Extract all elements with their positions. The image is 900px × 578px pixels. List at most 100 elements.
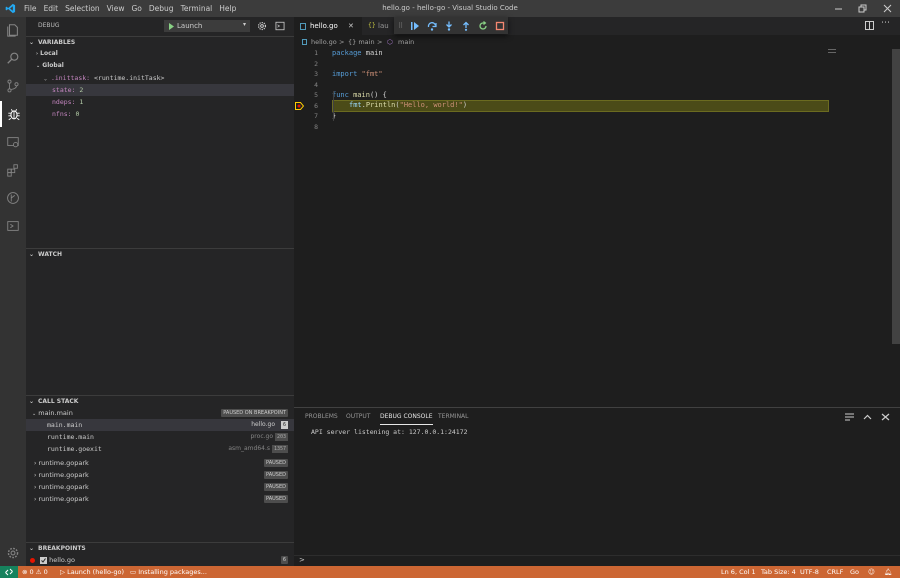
tab-terminal[interactable]: TERMINAL	[438, 413, 469, 425]
remote-explorer-button[interactable]	[0, 129, 26, 155]
menu-file[interactable]: File	[24, 4, 37, 13]
progress-icon: ▭	[130, 568, 137, 576]
goroutine-name: runtime.gopark	[38, 495, 89, 503]
stack-frame[interactable]: runtime.main proc.go 203	[26, 431, 294, 443]
watch-section-header[interactable]: ⌄ WATCH	[26, 248, 294, 259]
breadcrumb-function[interactable]: main	[398, 35, 414, 49]
close-window-button[interactable]	[875, 0, 899, 17]
debug-console-toggle-icon[interactable]	[275, 21, 285, 31]
variable-ndeps[interactable]: ndeps: 1	[26, 96, 294, 108]
bottom-panel: PROBLEMS OUTPUT DEBUG CONSOLE TERMINAL A…	[294, 407, 900, 566]
installing-status[interactable]: ▭ Installing packages...	[130, 566, 207, 578]
tab-debug-console[interactable]: DEBUG CONSOLE	[380, 413, 433, 425]
tab-hello-go[interactable]: hello.go ✕	[294, 17, 362, 35]
breadcrumb-package[interactable]: {} main	[348, 35, 375, 49]
variable-inittask[interactable]: ⌄ .inittask: <runtime.initTask>	[26, 72, 294, 84]
step-over-button[interactable]	[423, 17, 440, 34]
feedback-icon[interactable]: ☺	[868, 566, 875, 578]
stop-button[interactable]	[491, 17, 508, 34]
timeline-button[interactable]	[0, 185, 26, 211]
goroutine-item[interactable]: › runtime.gopark PAUSED	[26, 457, 294, 469]
console-input[interactable]: >	[294, 555, 900, 566]
callstack-section-header[interactable]: ⌄ CALL STACK	[26, 395, 294, 406]
language-mode[interactable]: Go	[850, 566, 859, 578]
launch-config-select[interactable]: Launch ▾	[164, 20, 250, 32]
minimize-button[interactable]	[826, 0, 850, 17]
breakpoint-checkbox[interactable]	[40, 556, 48, 564]
breakpoints-section-header[interactable]: ⌄ BREAKPOINTS	[26, 542, 294, 553]
debug-launch-status[interactable]: ▷ Launch (hello-go)	[60, 566, 124, 578]
menu-edit[interactable]: Edit	[44, 4, 59, 13]
search-button[interactable]	[0, 45, 26, 71]
breakpoint-arrow-icon[interactable]	[295, 102, 304, 110]
frame-name: main.main	[47, 421, 83, 429]
frame-line-badge: 203	[274, 433, 288, 441]
variable-name: .inittask:	[50, 74, 91, 82]
line-ending[interactable]: CRLF	[827, 566, 843, 578]
frame-file: asm_amd64.s	[228, 445, 270, 452]
variable-state[interactable]: state: 2	[26, 84, 294, 96]
split-editor-icon[interactable]	[865, 21, 874, 30]
goroutine-item[interactable]: › runtime.gopark PAUSED	[26, 469, 294, 481]
source-control-button[interactable]	[0, 73, 26, 99]
restart-button[interactable]	[474, 17, 491, 34]
close-panel-icon[interactable]	[881, 413, 890, 421]
menu-help[interactable]: Help	[219, 4, 236, 13]
cursor-position[interactable]: Ln 6, Col 1	[721, 566, 756, 578]
problems-indicator[interactable]: ⊗ 0 ⚠ 0	[22, 566, 48, 578]
continue-button[interactable]	[406, 17, 423, 34]
breadcrumb-file[interactable]: hello.go	[311, 35, 337, 49]
step-into-button[interactable]	[440, 17, 457, 34]
scope-global[interactable]: ⌄ Global	[26, 60, 294, 72]
line-number: 8	[314, 122, 318, 131]
tab-size[interactable]: Tab Size: 4	[761, 566, 796, 578]
tab-problems[interactable]: PROBLEMS	[305, 413, 338, 425]
variable-value: 0	[75, 110, 80, 118]
extensions-button[interactable]	[0, 157, 26, 183]
clear-console-icon[interactable]	[845, 413, 854, 421]
breakpoint-item[interactable]: hello.go 6	[26, 554, 294, 566]
remote-indicator[interactable]	[0, 566, 18, 578]
chevron-up-icon[interactable]	[863, 413, 872, 421]
line-number: 2	[314, 59, 318, 68]
open-launch-json-gear-icon[interactable]	[257, 21, 267, 31]
variable-nfns[interactable]: nfns: 0	[26, 108, 294, 120]
minimap[interactable]	[828, 49, 836, 53]
scope-local-label: Local	[40, 50, 58, 57]
editor-scrollbar[interactable]	[892, 49, 900, 344]
goroutine-item[interactable]: › runtime.gopark PAUSED	[26, 493, 294, 505]
thread-main[interactable]: ⌄ main.main PAUSED ON BREAKPOINT	[26, 407, 294, 419]
menu-terminal[interactable]: Terminal	[181, 4, 213, 13]
goroutine-item[interactable]: › runtime.gopark PAUSED	[26, 481, 294, 493]
debug-view-button[interactable]	[0, 101, 26, 127]
scope-local[interactable]: › Local	[26, 48, 294, 60]
step-out-button[interactable]	[457, 17, 474, 34]
chevron-down-icon: ⌄	[29, 39, 35, 46]
manage-button[interactable]	[0, 540, 26, 566]
menu-view[interactable]: View	[107, 4, 125, 13]
step-out-icon	[462, 21, 469, 31]
drag-handle-icon[interactable]: ⠿	[398, 22, 403, 30]
line-number: 4	[314, 80, 318, 89]
variables-section-header[interactable]: ⌄ VARIABLES	[26, 36, 294, 47]
restore-button[interactable]	[850, 0, 874, 17]
stack-frame[interactable]: main.main hello.go 6	[26, 419, 294, 431]
goroutine-status-badge: PAUSED	[264, 459, 288, 467]
close-icon[interactable]: ✕	[348, 17, 354, 35]
bell-icon[interactable]: 🔔︎	[884, 566, 892, 578]
stack-frame[interactable]: runtime.goexit asm_amd64.s 1357	[26, 443, 294, 455]
more-actions-icon[interactable]: ⋯	[881, 18, 890, 28]
menu-go[interactable]: Go	[131, 4, 141, 13]
debug-toolbar: ⠿	[394, 17, 508, 34]
encoding[interactable]: UTF-8	[800, 566, 819, 578]
chevron-down-icon: ⌄	[44, 76, 48, 82]
menu-selection[interactable]: Selection	[65, 4, 100, 13]
start-debug-icon[interactable]	[168, 23, 175, 30]
menu-debug[interactable]: Debug	[149, 4, 174, 13]
code-punctuation: )	[462, 101, 468, 109]
activity-bar	[0, 17, 26, 566]
docker-button[interactable]	[0, 213, 26, 239]
explorer-button[interactable]	[0, 17, 26, 43]
tab-output[interactable]: OUTPUT	[346, 413, 370, 425]
tab-launch-json[interactable]: {} lau	[362, 17, 394, 35]
